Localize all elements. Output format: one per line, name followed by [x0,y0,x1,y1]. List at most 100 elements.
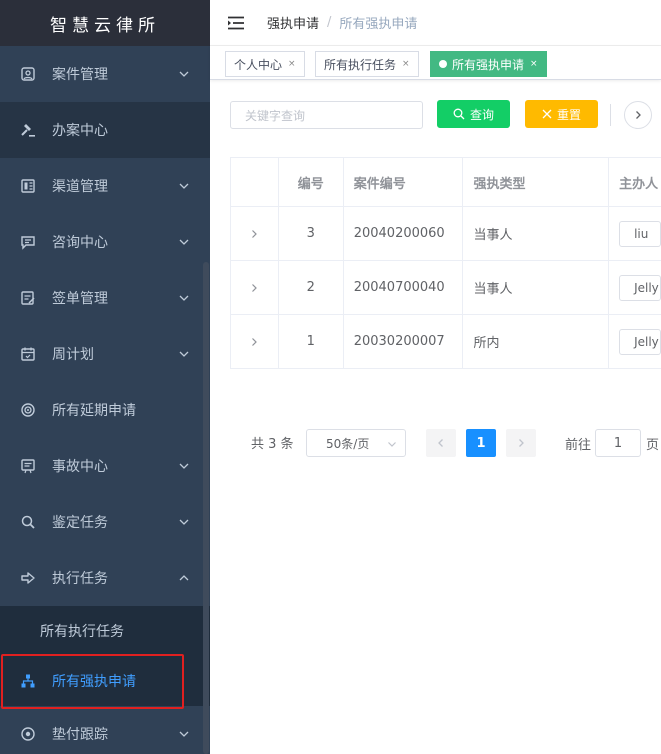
sidebar-item-label: 执行任务 [52,571,108,587]
pagination-total: 共 3 条 [251,437,294,452]
cell-type: 当事人 [463,261,610,314]
sidebar-item-label: 案件管理 [52,67,108,83]
chevron-right-icon[interactable] [249,229,259,239]
selection-highlight-box [1,654,184,709]
reset-button[interactable]: 重置 [525,100,598,128]
page-number-button[interactable]: 1 [466,429,496,457]
table-row: 1 20030200007 所内 Jelly [231,315,661,369]
case-icon [20,66,36,82]
column-header-id: 编号 [279,158,344,206]
table-row: 3 20040200060 当事人 liu [231,207,661,261]
sidebar-item-sign-management[interactable]: 签单管理 [0,270,210,326]
tag-all-execution-tasks[interactable]: 所有执行任务 × [315,51,419,77]
sidebar-item-consult-center[interactable]: 咨询中心 [0,214,210,270]
crosshair-icon [20,726,36,742]
chevron-up-icon [179,575,189,581]
column-header-case-no: 案件编号 [344,158,464,206]
cell-owner: Jelly [609,261,661,314]
channel-icon [20,178,36,194]
gavel-icon [20,122,36,138]
sidebar-item-label: 鉴定任务 [52,515,108,531]
calendar-icon [20,346,36,362]
breadcrumb-parent[interactable]: 强执申请 [267,13,319,32]
table-header-row: 编号 案件编号 强执类型 主办人 [231,158,661,207]
sidebar-item-appraisal-tasks[interactable]: 鉴定任务 [0,494,210,550]
owner-input[interactable]: Jelly [619,274,661,301]
chat-icon [20,234,36,250]
column-header-expand [231,158,279,206]
breadcrumb-current: 所有强执申请 [339,17,418,32]
sidebar-subitem-all-execution-tasks[interactable]: 所有执行任务 [0,606,210,656]
query-button-label: 查询 [469,107,494,122]
close-icon [542,109,552,119]
chevron-down-icon [179,183,189,189]
navbar: 强执申请 / 所有强执申请 [210,0,661,46]
cell-id: 1 [279,315,344,368]
tags-view: 个人中心 × 所有执行任务 × 所有强执申请 × [210,46,661,80]
row-expand-cell[interactable] [231,315,279,368]
breadcrumb-separator: / [327,15,332,30]
sidebar-item-case-management[interactable]: 案件管理 [0,46,210,102]
chevron-right-icon [519,439,524,447]
chevron-down-icon [179,71,189,77]
query-button[interactable]: 查询 [437,100,510,128]
sidebar-item-accident-center[interactable]: 事故中心 [0,438,210,494]
search-icon [453,108,465,120]
expand-toolbar-button[interactable] [624,101,652,129]
sidebar-item-advance-tracking[interactable]: 垫付跟踪 [0,706,210,754]
contract-icon [20,290,36,306]
page-unit-label: 页 [646,438,660,453]
goto-page-input[interactable]: 1 [595,429,641,457]
arrow-right-icon [20,570,36,586]
chevron-down-icon [179,239,189,245]
column-header-type: 强执类型 [463,158,610,206]
tag-label: 所有强执申请 [452,57,525,72]
chevron-down-icon [179,463,189,469]
column-header-owner: 主办人 [619,176,659,192]
chevron-right-icon[interactable] [249,283,259,293]
cell-case-no: 20040700040 [344,261,464,314]
close-icon[interactable]: × [288,59,296,69]
tag-all-enforcement-requests[interactable]: 所有强执申请 × [430,51,547,77]
row-expand-cell[interactable] [231,261,279,314]
page-size-select[interactable]: 50条/页 [306,429,406,457]
sidebar-item-label: 所有延期申请 [52,403,136,419]
sidebar-item-weekly-plan[interactable]: 周计划 [0,326,210,382]
tag-personal-center[interactable]: 个人中心 × [225,51,305,77]
sidebar-item-label: 签单管理 [52,291,108,307]
cell-type: 当事人 [463,207,610,260]
table-row: 2 20040700040 当事人 Jelly [231,261,661,315]
chevron-down-icon [179,351,189,357]
keyword-search-input[interactable]: 关键字查询 [230,101,423,129]
sidebar-item-label: 周计划 [52,347,94,363]
chevron-left-icon [438,439,443,447]
chevron-down-icon [179,519,189,525]
sidebar-item-label: 事故中心 [52,459,108,475]
sidebar-item-all-extension-requests[interactable]: 所有延期申请 [0,382,210,438]
chevron-right-icon [636,111,641,119]
close-icon[interactable]: × [402,59,410,69]
sidebar-item-office-center[interactable]: 办案中心 [0,102,210,158]
chevron-right-icon[interactable] [249,337,259,347]
sidebar-item-label: 咨询中心 [52,235,108,251]
row-expand-cell[interactable] [231,207,279,260]
close-icon[interactable]: × [530,59,538,69]
cell-type: 所内 [463,315,610,368]
brand-title: 智慧云律所 [0,0,210,46]
cell-case-no: 20040200060 [344,207,464,260]
owner-input[interactable]: liu [619,220,661,247]
toolbar-divider [610,104,611,126]
chevron-down-icon [179,295,189,301]
owner-input[interactable]: Jelly [619,328,661,355]
chevron-down-icon [388,442,396,447]
sidebar-item-label: 垫付跟踪 [52,727,108,743]
tag-label: 所有执行任务 [324,57,397,72]
sidebar-scrollbar[interactable] [203,262,209,754]
prev-page-button[interactable] [426,429,456,457]
chevron-down-icon [179,731,189,737]
sidebar-item-channel-management[interactable]: 渠道管理 [0,158,210,214]
sidebar-item-execution-tasks[interactable]: 执行任务 [0,550,210,606]
next-page-button[interactable] [506,429,536,457]
cell-owner: Jelly [609,315,661,368]
hamburger-icon[interactable] [227,16,245,30]
